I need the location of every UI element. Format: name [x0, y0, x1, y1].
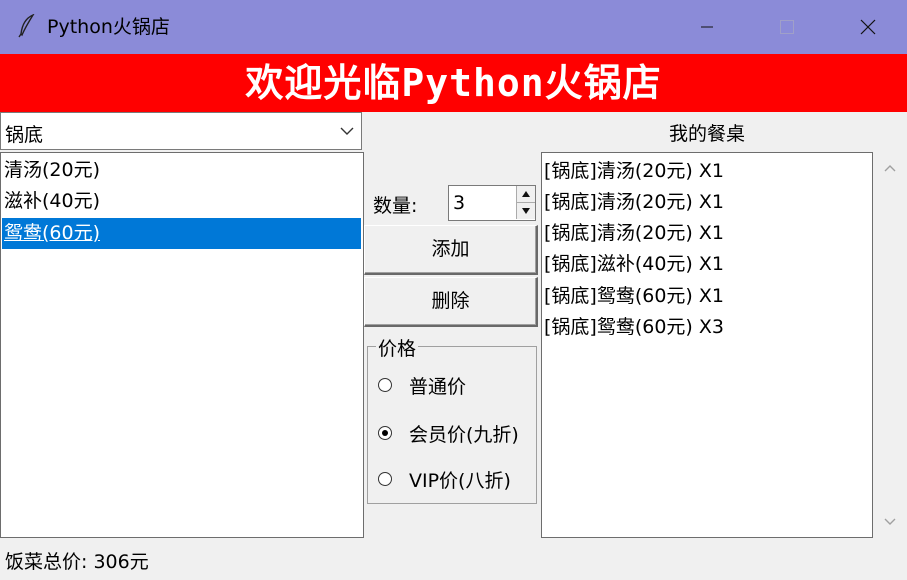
order-item[interactable]: [锅底]鸳鸯(60元) X3 — [544, 312, 724, 343]
radio-label: 普通价 — [409, 375, 467, 398]
menu-item[interactable]: 滋补(40元) — [2, 186, 361, 217]
radio-vip-price[interactable]: VIP价(八折) — [378, 465, 511, 493]
order-item[interactable]: [锅底]清汤(20元) X1 — [544, 156, 724, 187]
triangle-up-icon — [522, 191, 530, 197]
order-item[interactable]: [锅底]滋补(40元) X1 — [544, 249, 724, 280]
order-item[interactable]: [锅底]清汤(20元) X1 — [544, 187, 724, 218]
price-group-title: 价格 — [376, 334, 419, 361]
maximize-icon — [780, 20, 794, 34]
chevron-down-icon — [340, 127, 354, 135]
menu-listbox[interactable]: 清汤(20元) 滋补(40元) 鸳鸯(60元) — [0, 152, 364, 538]
close-icon — [860, 19, 876, 35]
order-item[interactable]: [锅底]清汤(20元) X1 — [544, 218, 724, 249]
order-scrollbar[interactable] — [873, 152, 907, 538]
app-window: Python火锅店 欢迎光临Python火锅店 锅底 清汤(20元) 滋补(40… — [0, 0, 907, 580]
spin-up-button[interactable] — [516, 186, 535, 203]
radio-button-icon[interactable] — [378, 378, 392, 392]
quantity-label: 数量: — [373, 195, 418, 217]
radio-button-icon[interactable] — [378, 472, 392, 486]
radio-normal-price[interactable]: 普通价 — [378, 371, 466, 399]
add-button[interactable]: 添加 — [364, 225, 538, 275]
minimize-icon — [701, 26, 713, 28]
title-bar: Python火锅店 — [0, 0, 907, 54]
maximize-button[interactable] — [757, 0, 817, 54]
delete-button[interactable]: 删除 — [364, 277, 538, 327]
minimize-button[interactable] — [677, 0, 737, 54]
window-title: Python火锅店 — [47, 16, 170, 38]
triangle-down-icon — [522, 208, 530, 214]
close-button[interactable] — [838, 0, 898, 54]
total-price: 饭菜总价: 306元 — [5, 551, 149, 573]
quantity-value[interactable]: 3 — [453, 192, 465, 214]
radio-member-price[interactable]: 会员价(九折) — [378, 419, 519, 447]
spin-down-button[interactable] — [516, 203, 535, 219]
feather-icon — [18, 14, 35, 38]
radio-label: 会员价(九折) — [409, 423, 519, 446]
order-item[interactable]: [锅底]鸳鸯(60元) X1 — [544, 281, 724, 312]
chevron-up-icon[interactable] — [882, 162, 898, 174]
my-table-title: 我的餐桌 — [668, 123, 745, 145]
radio-button-checked-icon[interactable] — [378, 426, 392, 440]
menu-item[interactable]: 清汤(20元) — [2, 155, 361, 186]
menu-item-selected[interactable]: 鸳鸯(60元) — [2, 218, 361, 249]
welcome-banner: 欢迎光临Python火锅店 — [0, 54, 907, 112]
chevron-down-icon[interactable] — [882, 516, 898, 528]
radio-label: VIP价(八折) — [409, 469, 511, 492]
order-listbox[interactable]: [锅底]清汤(20元) X1 [锅底]清汤(20元) X1 [锅底]清汤(20元… — [541, 152, 873, 538]
category-combobox[interactable]: 锅底 — [0, 112, 362, 150]
quantity-spinbox[interactable]: 3 — [448, 185, 536, 221]
category-selected: 锅底 — [5, 124, 44, 146]
